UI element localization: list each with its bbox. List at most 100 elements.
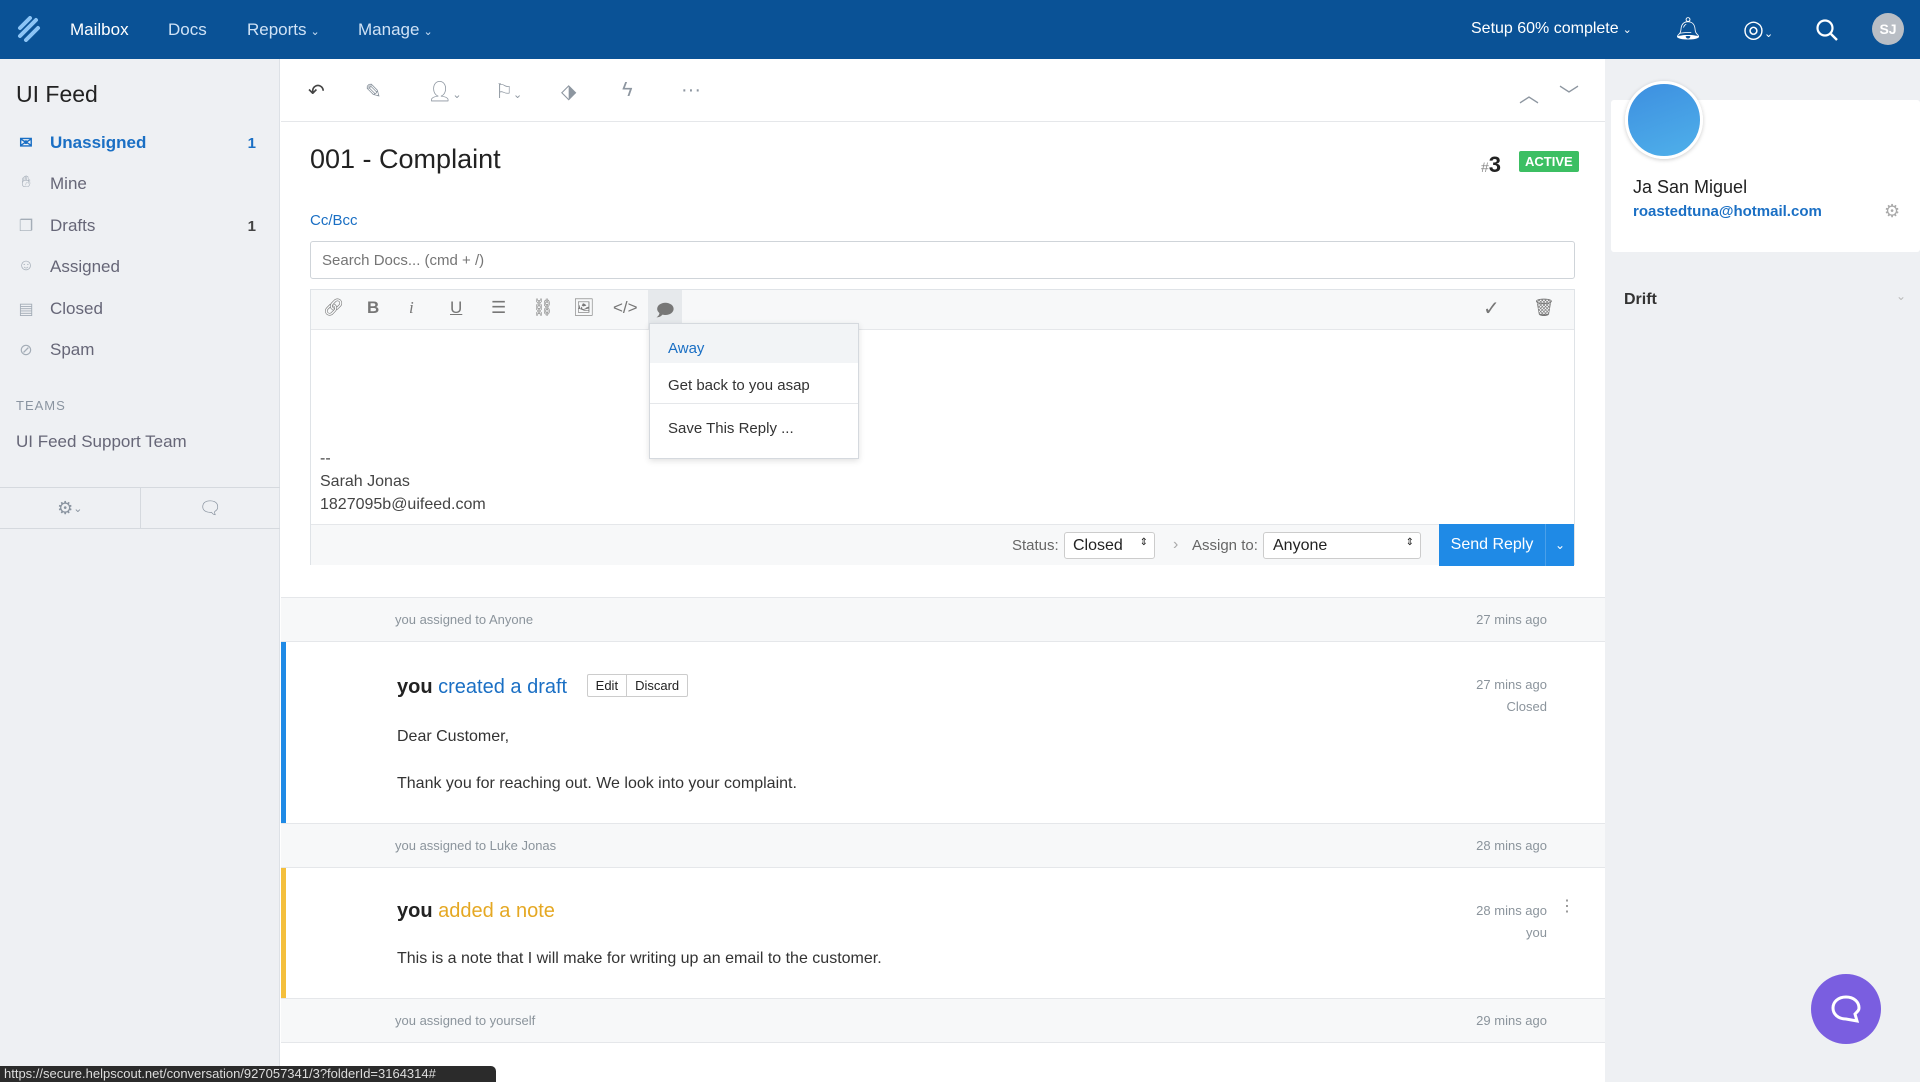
send-reply-button[interactable]: Send Reply bbox=[1439, 524, 1545, 566]
signature: -- Sarah Jonas 1827095b@uifeed.com bbox=[320, 447, 486, 516]
customer-name[interactable]: Ja San Miguel bbox=[1633, 177, 1747, 198]
underline-icon[interactable]: U bbox=[450, 298, 462, 318]
chevron-up-icon[interactable]: ︿ bbox=[1519, 79, 1539, 108]
author: you bbox=[397, 900, 433, 922]
conversation-number: #3 bbox=[1481, 152, 1501, 178]
event-text: you assigned to Luke Jonas bbox=[395, 838, 557, 853]
search-icon[interactable] bbox=[1815, 18, 1839, 42]
select-arrows-icon: ⇕ bbox=[1405, 537, 1414, 548]
code-icon[interactable]: </> bbox=[613, 298, 638, 318]
assign-person-icon[interactable]: 👤︎⌄ bbox=[427, 79, 462, 104]
status-label: Status: bbox=[1012, 537, 1059, 554]
nav-docs[interactable]: Docs bbox=[168, 20, 207, 40]
sidebar-item-mine[interactable]: ✋︎ Mine bbox=[16, 169, 256, 199]
chevron-right-icon: › bbox=[1173, 536, 1179, 553]
cc-bcc-link[interactable]: Cc/Bcc bbox=[310, 212, 358, 229]
edit-note-icon[interactable]: ✎ bbox=[365, 79, 382, 104]
note-heading: you added a note bbox=[397, 900, 555, 923]
italic-icon[interactable]: i bbox=[409, 298, 414, 318]
timeline-note: you added a note 28 mins ago you ⋮ This i… bbox=[281, 868, 1605, 998]
nav-manage[interactable]: Manage ⌄ bbox=[358, 20, 433, 40]
time: 27 mins ago bbox=[1476, 677, 1547, 692]
trash-icon[interactable]: 🗑︎ bbox=[1533, 298, 1555, 318]
image-icon[interactable]: 🖼︎ bbox=[573, 298, 595, 318]
action: added a note bbox=[438, 900, 555, 922]
assign-select[interactable]: Anyone ⇕ bbox=[1263, 532, 1421, 559]
saved-replies-dropdown: Away Get back to you asap Save This Repl… bbox=[649, 323, 859, 459]
chevron-down-icon[interactable]: ﹀ bbox=[1559, 79, 1579, 108]
search-docs-input[interactable] bbox=[310, 241, 1575, 279]
helpscout-logo-icon[interactable] bbox=[16, 16, 42, 42]
event-time: 28 mins ago bbox=[1476, 838, 1547, 853]
edit-draft-button[interactable]: Edit bbox=[588, 675, 628, 696]
beacon-chat-button[interactable] bbox=[1811, 974, 1881, 1044]
note-body: This is a note that I will make for writ… bbox=[397, 950, 882, 967]
setup-progress[interactable]: Setup 60% complete ⌄ bbox=[1471, 20, 1632, 38]
bold-icon[interactable]: B bbox=[367, 298, 379, 318]
label: Drafts bbox=[50, 216, 96, 235]
bell-icon[interactable]: 🔔︎ bbox=[1674, 16, 1702, 42]
label: Unassigned bbox=[50, 133, 147, 152]
sidebar-item-spam[interactable]: ⊘ Spam bbox=[16, 335, 256, 365]
nav-mailbox[interactable]: Mailbox bbox=[70, 20, 129, 40]
link-icon[interactable]: ⛓︎ bbox=[532, 298, 554, 318]
nav-reports-label: Reports bbox=[247, 20, 307, 39]
reply-editor: 🔗︎ B i U ☰ ⛓︎ 🖼︎ </> 🗩︎ ✓ 🗑︎ -- Sarah Jo… bbox=[310, 289, 1575, 566]
select-arrows-icon: ⇕ bbox=[1139, 537, 1148, 548]
status-select[interactable]: Closed ⇕ bbox=[1064, 532, 1155, 559]
app-drift-heading[interactable]: Drift bbox=[1624, 291, 1657, 309]
flag-icon[interactable]: ⚐⌄ bbox=[495, 79, 522, 104]
avatar[interactable]: SJ bbox=[1872, 13, 1904, 45]
editor-toolbar: 🔗︎ B i U ☰ ⛓︎ 🖼︎ </> 🗩︎ ✓ 🗑︎ bbox=[311, 290, 1574, 330]
sidebar-item-closed[interactable]: ▤ Closed bbox=[16, 294, 256, 324]
mailbox-title: UI Feed bbox=[16, 81, 98, 107]
sig-line: -- bbox=[320, 450, 331, 467]
event-time: 29 mins ago bbox=[1476, 1013, 1547, 1028]
save-this-reply[interactable]: Save This Reply ... bbox=[650, 404, 858, 437]
workflow-lightning-icon[interactable]: ϟ bbox=[622, 79, 633, 102]
draft-meta: 27 mins ago Closed bbox=[1476, 674, 1547, 718]
team-item[interactable]: UI Feed Support Team bbox=[16, 432, 187, 452]
new-conversation-icon[interactable]: 🗨︎ bbox=[141, 488, 281, 528]
sig-name: Sarah Jonas bbox=[320, 473, 410, 490]
label: Spam bbox=[50, 340, 95, 359]
undo-reply-icon[interactable]: ↶ bbox=[308, 79, 325, 104]
chevron-down-icon: ⌄ bbox=[423, 26, 433, 38]
tag-icon[interactable]: ⬗ bbox=[561, 79, 576, 104]
customer-avatar[interactable] bbox=[1625, 81, 1703, 159]
draft-heading: you created a draft Edit Discard bbox=[397, 674, 689, 699]
chevron-down-icon[interactable]: ⌄ bbox=[1896, 289, 1906, 303]
teams-heading: TEAMS bbox=[16, 398, 66, 413]
sidebar-item-unassigned[interactable]: ✉ Unassigned 1 bbox=[16, 128, 256, 158]
more-icon[interactable]: ··· bbox=[681, 79, 701, 102]
settings-gear-icon[interactable]: ⚙ ⌄ bbox=[0, 488, 141, 528]
chevron-down-icon: ⌄ bbox=[310, 26, 320, 38]
timeline-event: you assigned to yourself 29 mins ago bbox=[281, 998, 1605, 1043]
chevron-down-icon: ⌄ bbox=[1622, 24, 1632, 36]
chat-bubble-icon bbox=[1831, 995, 1861, 1023]
status: Closed bbox=[1506, 699, 1547, 714]
saved-reply-away[interactable]: Away bbox=[650, 324, 858, 363]
customer-email[interactable]: roastedtuna@hotmail.com bbox=[1633, 203, 1822, 220]
help-lifebuoy-icon[interactable]: ◎⌄ bbox=[1743, 15, 1773, 44]
inbox-icon: ✉ bbox=[19, 135, 33, 152]
check-circle-icon[interactable]: ✓ bbox=[1483, 296, 1500, 321]
sidebar-footer: ⚙ ⌄ 🗨︎ bbox=[0, 487, 280, 529]
send-options-chevron-icon[interactable]: ⌄ bbox=[1545, 524, 1574, 566]
saved-reply-asap[interactable]: Get back to you asap bbox=[650, 363, 858, 404]
sidebar-item-drafts[interactable]: ❐ Drafts 1 bbox=[16, 211, 256, 241]
hash: # bbox=[1481, 159, 1489, 175]
customer-panel: Ja San Miguel roastedtuna@hotmail.com ⚙ … bbox=[1605, 59, 1920, 1082]
attachment-icon[interactable]: 🔗︎ bbox=[323, 298, 345, 318]
sidebar-item-assigned[interactable]: ☺ Assigned bbox=[16, 252, 256, 282]
list-icon[interactable]: ☰ bbox=[491, 298, 506, 318]
more-vertical-icon[interactable]: ⋮ bbox=[1559, 896, 1575, 916]
gear-icon[interactable]: ⚙ bbox=[1884, 201, 1900, 222]
sidebar: UI Feed ✉ Unassigned 1 ✋︎ Mine ❐ Drafts 1 ☺ As… bbox=[0, 59, 280, 1082]
person-icon: ☺ bbox=[17, 257, 35, 274]
archive-icon: ▤ bbox=[18, 301, 34, 318]
nav-reports[interactable]: Reports ⌄ bbox=[247, 20, 320, 40]
discard-draft-button[interactable]: Discard bbox=[627, 675, 687, 696]
time: 28 mins ago bbox=[1476, 903, 1547, 918]
event-text: you assigned to yourself bbox=[395, 1013, 536, 1028]
